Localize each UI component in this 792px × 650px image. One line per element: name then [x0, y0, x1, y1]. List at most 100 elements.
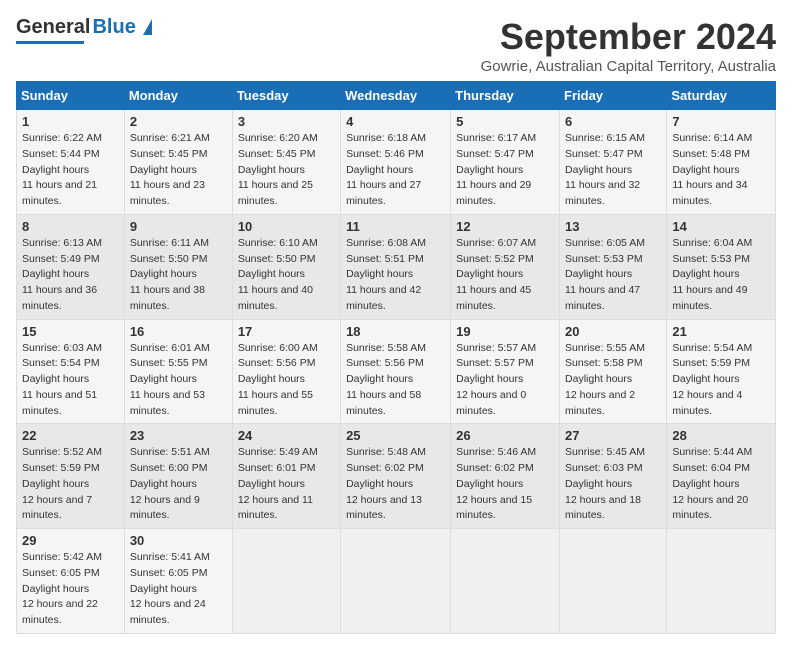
logo: GeneralBlue: [16, 16, 152, 44]
calendar-cell: 24 Sunrise: 5:49 AMSunset: 6:01 PMDayligh…: [232, 424, 340, 529]
calendar-cell: 4 Sunrise: 6:18 AMSunset: 5:46 PMDaylight…: [341, 110, 451, 215]
calendar-cell: 29 Sunrise: 5:42 AMSunset: 6:05 PMDayligh…: [17, 529, 125, 634]
calendar-cell: 2 Sunrise: 6:21 AMSunset: 5:45 PMDaylight…: [124, 110, 232, 215]
calendar-cell: 6Sunrise: 6:15 AMSunset: 5:47 PMDaylight…: [560, 110, 667, 215]
calendar-cell: 1 Sunrise: 6:22 AMSunset: 5:44 PMDaylight…: [17, 110, 125, 215]
day-number: 29: [22, 533, 119, 548]
day-info: Sunrise: 5:51 AMSunset: 6:00 PMDaylight …: [130, 445, 227, 524]
day-info: Sunrise: 5:49 AMSunset: 6:01 PMDaylight …: [238, 445, 335, 524]
calendar-cell: 7Sunrise: 6:14 AMSunset: 5:48 PMDaylight…: [667, 110, 776, 215]
day-number: 28: [672, 428, 770, 443]
day-number: 3: [238, 114, 335, 129]
calendar-cell: 23 Sunrise: 5:51 AMSunset: 6:00 PMDayligh…: [124, 424, 232, 529]
logo-underline: [16, 41, 84, 44]
day-number: 8: [22, 219, 119, 234]
calendar-cell: 10 Sunrise: 6:10 AMSunset: 5:50 PMDayligh…: [232, 214, 340, 319]
day-info: Sunrise: 6:22 AMSunset: 5:44 PMDaylight …: [22, 131, 119, 210]
calendar-table: SundayMondayTuesdayWednesdayThursdayFrid…: [16, 81, 776, 634]
calendar-week-2: 8 Sunrise: 6:13 AMSunset: 5:49 PMDaylight…: [17, 214, 776, 319]
day-info: Sunrise: 5:44 AMSunset: 6:04 PMDaylight …: [672, 445, 770, 524]
weekday-header-row: SundayMondayTuesdayWednesdayThursdayFrid…: [17, 82, 776, 110]
title-area: September 2024 Gowrie, Australian Capita…: [481, 16, 776, 75]
calendar-cell: 15 Sunrise: 6:03 AMSunset: 5:54 PMDayligh…: [17, 319, 125, 424]
calendar-week-1: 1 Sunrise: 6:22 AMSunset: 5:44 PMDaylight…: [17, 110, 776, 215]
calendar-cell: 5 Sunrise: 6:17 AMSunset: 5:47 PMDaylight…: [451, 110, 560, 215]
day-info: Sunrise: 5:58 AMSunset: 5:56 PMDaylight …: [346, 341, 445, 420]
day-number: 26: [456, 428, 554, 443]
day-info: Sunrise: 6:04 AMSunset: 5:53 PMDaylight …: [672, 236, 770, 315]
day-number: 10: [238, 219, 335, 234]
calendar-cell: 19Sunrise: 5:57 AMSunset: 5:57 PMDayligh…: [451, 319, 560, 424]
day-info: Sunrise: 6:10 AMSunset: 5:50 PMDaylight …: [238, 236, 335, 315]
calendar-cell: 8 Sunrise: 6:13 AMSunset: 5:49 PMDaylight…: [17, 214, 125, 319]
day-number: 13: [565, 219, 661, 234]
day-number: 12: [456, 219, 554, 234]
day-number: 14: [672, 219, 770, 234]
day-info: Sunrise: 5:54 AMSunset: 5:59 PMDaylight …: [672, 341, 770, 420]
month-title: September 2024: [481, 16, 776, 58]
calendar-header: SundayMondayTuesdayWednesdayThursdayFrid…: [17, 82, 776, 110]
day-info: Sunrise: 6:21 AMSunset: 5:45 PMDaylight …: [130, 131, 227, 210]
day-number: 11: [346, 219, 445, 234]
calendar-cell: 28 Sunrise: 5:44 AMSunset: 6:04 PMDayligh…: [667, 424, 776, 529]
calendar-cell: 14 Sunrise: 6:04 AMSunset: 5:53 PMDayligh…: [667, 214, 776, 319]
calendar-week-5: 29 Sunrise: 5:42 AMSunset: 6:05 PMDayligh…: [17, 529, 776, 634]
calendar-cell: 20Sunrise: 5:55 AMSunset: 5:58 PMDayligh…: [560, 319, 667, 424]
day-number: 21: [672, 324, 770, 339]
day-number: 25: [346, 428, 445, 443]
day-info: Sunrise: 6:13 AMSunset: 5:49 PMDaylight …: [22, 236, 119, 315]
day-info: Sunrise: 6:00 AMSunset: 5:56 PMDaylight …: [238, 341, 335, 420]
calendar-cell: 27 Sunrise: 5:45 AMSunset: 6:03 PMDayligh…: [560, 424, 667, 529]
calendar-cell: 18 Sunrise: 5:58 AMSunset: 5:56 PMDayligh…: [341, 319, 451, 424]
day-number: 17: [238, 324, 335, 339]
day-number: 22: [22, 428, 119, 443]
day-info: Sunrise: 6:01 AMSunset: 5:55 PMDaylight …: [130, 341, 227, 420]
day-info: Sunrise: 6:20 AMSunset: 5:45 PMDaylight …: [238, 131, 335, 210]
calendar-cell: [232, 529, 340, 634]
day-number: 6: [565, 114, 661, 129]
day-info: Sunrise: 5:48 AMSunset: 6:02 PMDaylight …: [346, 445, 445, 524]
day-number: 18: [346, 324, 445, 339]
day-number: 2: [130, 114, 227, 129]
weekday-header-thursday: Thursday: [451, 82, 560, 110]
day-info: Sunrise: 5:41 AMSunset: 6:05 PMDaylight …: [130, 550, 227, 629]
page-header: GeneralBlue September 2024 Gowrie, Austr…: [16, 16, 776, 75]
day-info: Sunrise: 6:18 AMSunset: 5:46 PMDaylight …: [346, 131, 445, 210]
weekday-header-monday: Monday: [124, 82, 232, 110]
day-number: 24: [238, 428, 335, 443]
calendar-cell: 21 Sunrise: 5:54 AMSunset: 5:59 PMDayligh…: [667, 319, 776, 424]
calendar-cell: 13 Sunrise: 6:05 AMSunset: 5:53 PMDayligh…: [560, 214, 667, 319]
calendar-week-4: 22Sunrise: 5:52 AMSunset: 5:59 PMDayligh…: [17, 424, 776, 529]
calendar-cell: 26Sunrise: 5:46 AMSunset: 6:02 PMDayligh…: [451, 424, 560, 529]
day-number: 5: [456, 114, 554, 129]
day-number: 27: [565, 428, 661, 443]
calendar-cell: 12 Sunrise: 6:07 AMSunset: 5:52 PMDayligh…: [451, 214, 560, 319]
day-info: Sunrise: 6:07 AMSunset: 5:52 PMDaylight …: [456, 236, 554, 315]
day-info: Sunrise: 6:14 AMSunset: 5:48 PMDaylight …: [672, 131, 770, 210]
day-number: 9: [130, 219, 227, 234]
weekday-header-friday: Friday: [560, 82, 667, 110]
day-number: 4: [346, 114, 445, 129]
calendar-cell: 11 Sunrise: 6:08 AMSunset: 5:51 PMDayligh…: [341, 214, 451, 319]
day-number: 19: [456, 324, 554, 339]
day-number: 1: [22, 114, 119, 129]
calendar-cell: [451, 529, 560, 634]
calendar-cell: 16Sunrise: 6:01 AMSunset: 5:55 PMDayligh…: [124, 319, 232, 424]
day-info: Sunrise: 6:03 AMSunset: 5:54 PMDaylight …: [22, 341, 119, 420]
location-title: Gowrie, Australian Capital Territory, Au…: [481, 58, 776, 75]
day-info: Sunrise: 6:05 AMSunset: 5:53 PMDaylight …: [565, 236, 661, 315]
day-number: 23: [130, 428, 227, 443]
calendar-cell: 30Sunrise: 5:41 AMSunset: 6:05 PMDayligh…: [124, 529, 232, 634]
calendar-cell: 9Sunrise: 6:11 AMSunset: 5:50 PMDaylight…: [124, 214, 232, 319]
calendar-cell: [341, 529, 451, 634]
calendar-cell: 22Sunrise: 5:52 AMSunset: 5:59 PMDayligh…: [17, 424, 125, 529]
day-number: 20: [565, 324, 661, 339]
day-info: Sunrise: 6:17 AMSunset: 5:47 PMDaylight …: [456, 131, 554, 210]
logo-blue-text: Blue: [92, 16, 135, 38]
day-info: Sunrise: 5:45 AMSunset: 6:03 PMDaylight …: [565, 445, 661, 524]
day-info: Sunrise: 5:42 AMSunset: 6:05 PMDaylight …: [22, 550, 119, 629]
day-number: 15: [22, 324, 119, 339]
day-info: Sunrise: 6:08 AMSunset: 5:51 PMDaylight …: [346, 236, 445, 315]
weekday-header-wednesday: Wednesday: [341, 82, 451, 110]
weekday-header-saturday: Saturday: [667, 82, 776, 110]
